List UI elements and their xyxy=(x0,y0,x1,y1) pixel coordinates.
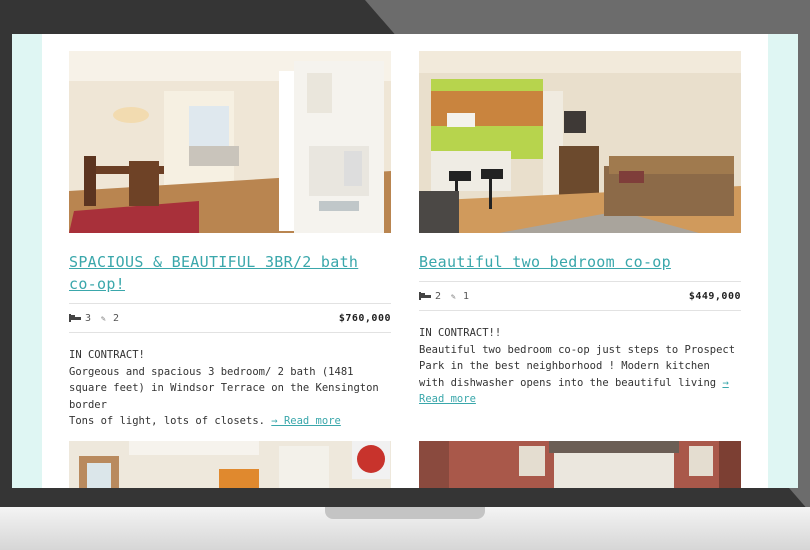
beds-count: 2 xyxy=(435,290,442,302)
listing-card xyxy=(69,441,391,488)
read-more-link[interactable]: → Read more xyxy=(271,415,341,427)
listing-photo[interactable] xyxy=(69,51,391,233)
beds-count: 3 xyxy=(85,312,92,324)
listing-description-extra: Tons of light, lots of closets. xyxy=(69,415,265,427)
listing-meta: 2 ✎ 1 $449,000 xyxy=(419,281,741,311)
listing-meta: 3 ✎ 2 $760,000 xyxy=(69,303,391,333)
listing-description-text: Beautiful two bedroom co-op just steps t… xyxy=(419,343,736,389)
bed-icon xyxy=(419,292,431,300)
listing-title-link[interactable]: SPACIOUS & BEAUTIFUL 3BR/2 bath co-op! xyxy=(69,251,391,295)
listing-description: IN CONTRACT! Gorgeous and spacious 3 bed… xyxy=(69,347,391,430)
listing-card xyxy=(419,441,741,488)
listing-photo[interactable] xyxy=(419,441,741,488)
listing-title-link[interactable]: Beautiful two bedroom co-op xyxy=(419,251,741,273)
laptop-screen: SPACIOUS & BEAUTIFUL 3BR/2 bath co-op! 3… xyxy=(12,34,798,488)
listing-description: IN CONTRACT!! Beautiful two bedroom co-o… xyxy=(419,325,741,408)
baths-count: 1 xyxy=(463,290,470,302)
laptop-notch xyxy=(325,507,485,519)
baths-count: 2 xyxy=(113,312,120,324)
listing-card: SPACIOUS & BEAUTIFUL 3BR/2 bath co-op! 3… xyxy=(69,51,391,430)
listing-photo[interactable] xyxy=(69,441,391,488)
bath-icon: ✎ xyxy=(101,314,106,323)
bath-icon: ✎ xyxy=(451,292,456,301)
listing-price: $760,000 xyxy=(338,312,391,324)
bed-icon xyxy=(69,314,81,322)
listing-photo[interactable] xyxy=(419,51,741,233)
listing-price: $449,000 xyxy=(688,290,741,302)
listing-status: IN CONTRACT!! xyxy=(419,327,502,339)
listings-page: SPACIOUS & BEAUTIFUL 3BR/2 bath co-op! 3… xyxy=(42,34,768,488)
listing-card: Beautiful two bedroom co-op 2 ✎ 1 $449,0… xyxy=(419,51,741,408)
listing-description-text: Gorgeous and spacious 3 bedroom/ 2 bath … xyxy=(69,365,379,411)
listing-status: IN CONTRACT! xyxy=(69,349,145,361)
